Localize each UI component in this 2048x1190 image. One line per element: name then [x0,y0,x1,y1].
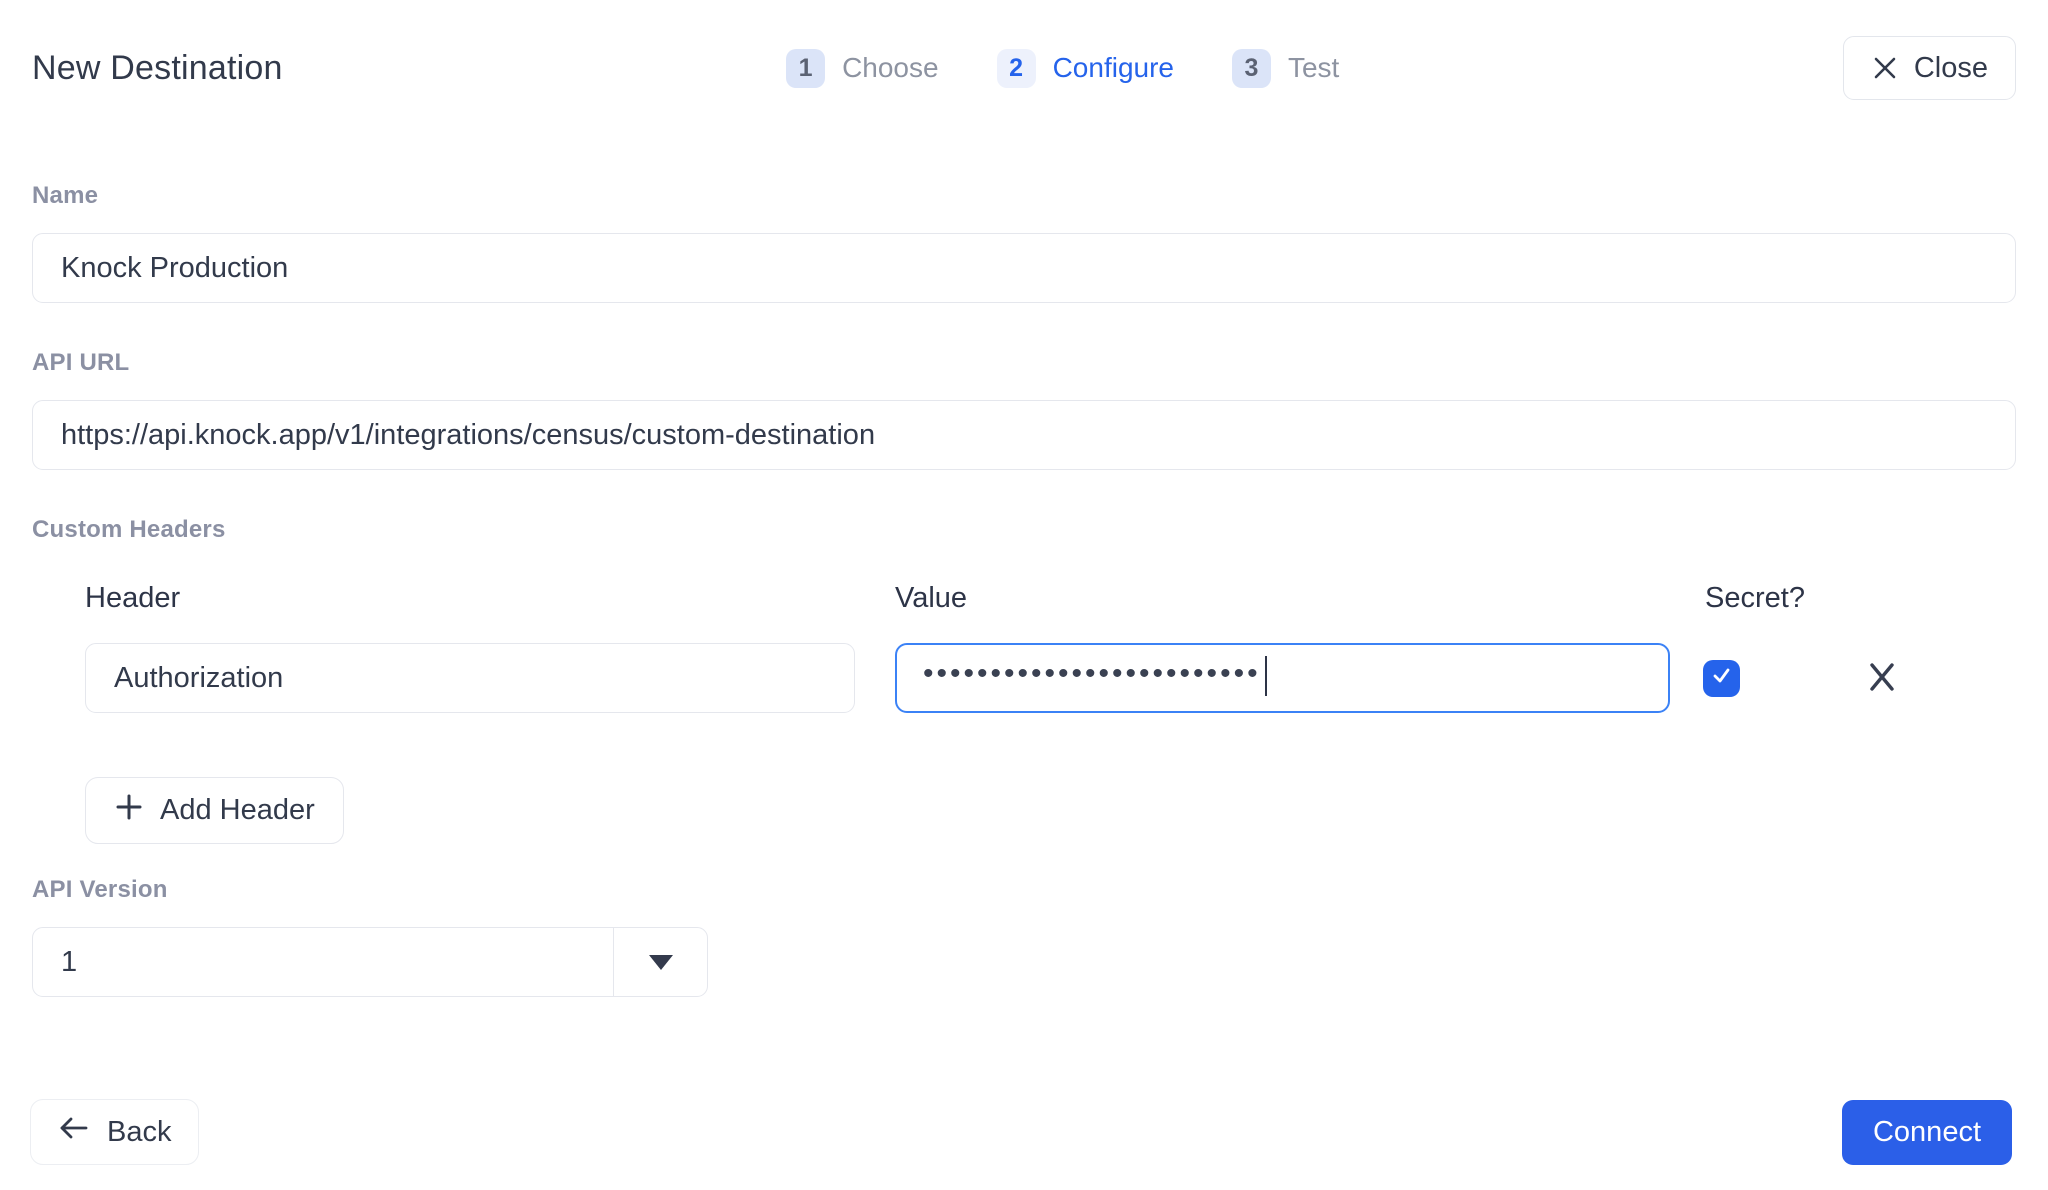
page-title: New Destination [32,49,283,88]
api-version-label: API Version [32,876,2016,904]
delete-x-icon [1865,660,1899,697]
plus-icon [114,792,144,830]
new-destination-modal: New Destination 1 Choose 2 Configure 3 T… [0,0,2048,1190]
column-label-secret: Secret? [1705,582,1805,615]
step-label: Choose [842,52,939,84]
text-cursor [1265,656,1267,696]
close-button-label: Close [1914,52,1988,85]
step-test[interactable]: 3 Test [1232,49,1339,88]
step-number-badge: 3 [1232,49,1271,88]
step-number-badge: 2 [997,49,1036,88]
arrow-left-icon [58,1114,90,1150]
column-label-value: Value [895,582,1705,615]
name-label: Name [32,182,2016,210]
custom-headers-column-labels: Header Value Secret? [85,582,2016,615]
select-arrow-section[interactable] [613,928,707,996]
custom-headers-table: Header Value Secret? •••••••••••••••••••… [32,582,2016,713]
step-configure[interactable]: 2 Configure [997,49,1174,88]
api-url-label: API URL [32,349,2016,377]
connect-button[interactable]: Connect [1842,1100,2012,1165]
api-url-input[interactable] [32,400,2016,470]
step-choose[interactable]: 1 Choose [786,49,939,88]
custom-headers-section-label: Custom Headers [32,516,2016,544]
remove-header-button[interactable] [1862,658,1902,698]
masked-value: ••••••••••••••••••••••••• [923,659,1261,689]
api-version-select[interactable]: 1 [32,927,708,997]
secret-checkbox[interactable] [1703,660,1740,697]
stepper: 1 Choose 2 Configure 3 Test [786,49,1339,88]
name-input[interactable] [32,233,2016,303]
add-header-label: Add Header [160,794,315,827]
checkmark-icon [1710,664,1733,692]
header-name-input[interactable] [85,643,855,713]
header-value-input[interactable]: ••••••••••••••••••••••••• [895,643,1670,713]
custom-header-row: ••••••••••••••••••••••••• [85,643,2016,713]
add-header-button[interactable]: Add Header [85,777,344,844]
step-label: Configure [1053,52,1174,84]
configure-form: Name API URL Custom Headers Header Value… [32,182,2016,997]
column-label-header: Header [85,582,895,615]
step-label: Test [1288,52,1339,84]
back-button[interactable]: Back [30,1099,199,1165]
api-version-field: API Version 1 [32,876,2016,997]
back-button-label: Back [107,1116,171,1149]
step-number-badge: 1 [786,49,825,88]
close-icon [1871,54,1899,82]
api-version-selected-value: 1 [33,928,613,996]
chevron-down-icon [649,955,673,970]
modal-header: New Destination 1 Choose 2 Configure 3 T… [32,36,2016,100]
close-button[interactable]: Close [1843,36,2016,100]
